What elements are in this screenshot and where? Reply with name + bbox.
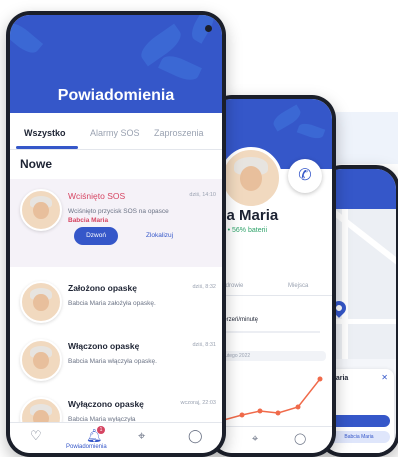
active-tab-indicator xyxy=(16,146,78,149)
notification-body: Babcia Maria włączyła opaskę. xyxy=(68,358,157,365)
close-icon[interactable]: ✕ xyxy=(381,373,388,382)
bottom-nav: ♡ 🔔︎ 1 Powiadomienia ⌖ ◯ xyxy=(10,422,222,453)
chart-point xyxy=(239,412,245,418)
heart-icon[interactable]: ♡ xyxy=(30,429,42,442)
notification-title: Włączono opaskę xyxy=(68,341,140,351)
date-selector[interactable]: lutego 2022 xyxy=(220,351,326,361)
location-icon[interactable]: ⌖ xyxy=(138,429,145,442)
tab-all[interactable]: Wszystko xyxy=(24,128,66,138)
leaf-decoration xyxy=(296,120,326,142)
heart-rate-chart xyxy=(219,376,323,422)
avatar xyxy=(20,339,62,381)
location-icon[interactable]: ⌖ xyxy=(252,433,258,446)
avatar xyxy=(220,147,282,209)
chart-line xyxy=(219,378,321,422)
chart-point xyxy=(317,376,323,382)
settings-icon[interactable]: ◯ xyxy=(188,429,203,442)
notification-time: dziś, 14:10 xyxy=(189,192,216,198)
profile-screen: ✆ cia Maria dna • 56% baterii Zdrowie Mi… xyxy=(212,99,332,453)
avatar xyxy=(20,281,62,323)
leaf-decoration xyxy=(10,18,44,58)
notification-badge: 1 xyxy=(97,426,105,434)
nav-label-notifications[interactable]: Powiadomienia xyxy=(66,444,107,450)
tab-invitations[interactable]: Zaproszenia xyxy=(154,128,204,138)
notifications-header: Powiadomienia xyxy=(10,15,222,113)
locate-button[interactable]: Zlokalizuj xyxy=(146,232,173,239)
notifications-phone: Powiadomienia Wszystko Alarmy SOS Zapros… xyxy=(6,11,226,457)
leaf-decoration xyxy=(187,15,219,44)
notification-body: Babcia Maria założyła opaskę. xyxy=(68,300,156,307)
chart-point xyxy=(295,404,301,410)
divider xyxy=(220,331,320,333)
notification-time: wczoraj, 22:03 xyxy=(180,400,216,406)
notification-title: Założono opaskę xyxy=(68,283,137,293)
tab-sos-alarms[interactable]: Alarmy SOS xyxy=(90,128,140,138)
notification-item[interactable]: Założono opaskę dziś, 8:32 Babcia Maria … xyxy=(10,271,222,335)
page-title: Powiadomienia xyxy=(57,87,175,104)
notification-title: Wyłączono opaskę xyxy=(68,399,144,409)
chart-point xyxy=(275,410,281,416)
profile-bottom-nav: ⌖ ◯ xyxy=(212,426,332,453)
notification-time: dziś, 8:31 xyxy=(192,342,216,348)
notification-title: Wciśnięto SOS xyxy=(68,191,126,201)
notification-body: Wciśnięto przycisk SOS na opasce Babcia … xyxy=(68,208,169,224)
map-person-button[interactable]: Babcia Maria xyxy=(328,431,390,443)
person-name: Babcia Maria xyxy=(68,217,109,224)
notifications-screen: Powiadomienia Wszystko Alarmy SOS Zapros… xyxy=(10,15,222,453)
chart-point xyxy=(257,408,263,414)
avatar xyxy=(20,189,62,231)
camera-notch xyxy=(205,25,212,32)
section-title: Nowe xyxy=(20,157,53,171)
phone-call-icon[interactable]: ✆ xyxy=(288,159,322,193)
tab-places[interactable]: Miejsca xyxy=(288,283,308,289)
map-primary-button[interactable] xyxy=(328,415,390,427)
notification-time: dziś, 8:32 xyxy=(192,284,216,290)
notification-sos[interactable]: Wciśnięto SOS dziś, 14:10 Wciśnięto przy… xyxy=(10,179,222,267)
profile-tabs: Zdrowie Miejsca xyxy=(212,281,332,296)
call-button[interactable]: Dzwoń xyxy=(74,227,118,245)
notification-item[interactable]: Włączono opaskę dziś, 8:31 Babcia Maria … xyxy=(10,329,222,393)
notification-tabs: Wszystko Alarmy SOS Zaproszenia xyxy=(10,119,222,150)
profile-phone: ✆ cia Maria dna • 56% baterii Zdrowie Mi… xyxy=(208,95,336,457)
map-road xyxy=(342,209,348,359)
settings-icon[interactable]: ◯ xyxy=(294,433,306,446)
leaf-decoration xyxy=(158,51,202,85)
